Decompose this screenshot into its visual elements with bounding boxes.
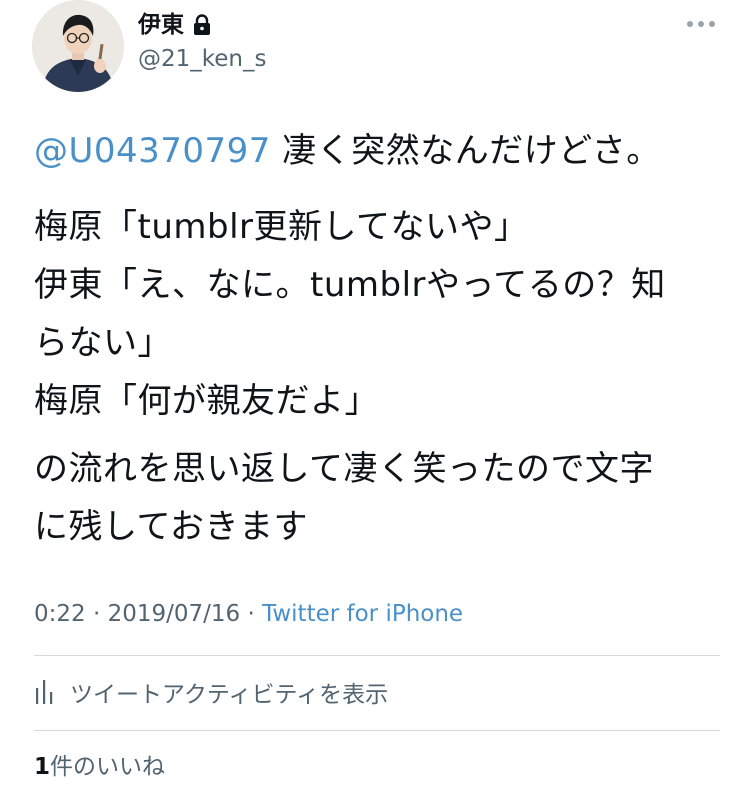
tweet-text-line: らない」 [34, 323, 172, 363]
tweet-text-line: に残しておきます [34, 507, 308, 547]
avatar[interactable] [32, 0, 124, 92]
meta-separator: · [240, 601, 263, 627]
tweet-closing: の流れを思い返して凄く笑ったので文字 に残しておきます [34, 440, 724, 556]
tweet-text-line: 伊東「え、なに。tumblrやってるの？知 [34, 265, 666, 305]
activity-label: ツイートアクティビティを表示 [70, 682, 389, 708]
view-activity-button[interactable]: ツイートアクティビティを表示 [34, 674, 388, 710]
likes-count: 1 [34, 754, 51, 780]
tweet-meta: 0:22 · 2019/07/16 · Twitter for iPhone [34, 597, 463, 631]
more-options-icon[interactable] [686, 18, 716, 30]
display-name[interactable]: 伊東 [138, 10, 212, 40]
user-handle[interactable]: @21_ken_s [138, 44, 266, 74]
tweet-time[interactable]: 0:22 [34, 601, 86, 627]
divider [34, 655, 720, 656]
meta-separator: · [85, 601, 108, 627]
tweet-text-line: の流れを思い返して凄く笑ったので文字 [34, 449, 654, 489]
lock-icon [194, 14, 210, 35]
display-name-text: 伊東 [138, 12, 184, 38]
likes-summary[interactable]: 1件のいいね [34, 750, 165, 784]
tweet-text-line: 梅原「何が親友だよ」 [34, 381, 379, 421]
tweet-date[interactable]: 2019/07/16 [108, 601, 241, 627]
mention-link[interactable]: @U04370797 [34, 131, 271, 171]
tweet-source-link[interactable]: Twitter for iPhone [262, 601, 463, 627]
tweet-text-segment: 凄く突然なんだけどさ。 [270, 131, 661, 171]
tweet-text-line-1: @U04370797 凄く突然なんだけどさ。 [34, 122, 724, 180]
divider [34, 730, 720, 731]
tweet-card: 伊東 @21_ken_s @U04370797 凄く突然なんだけどさ。 梅原「t… [0, 0, 750, 790]
bar-chart-icon [36, 680, 53, 704]
tweet-dialogue: 梅原「tumblr更新してないや」 伊東「え、なに。tumblrやってるの？知 … [34, 198, 724, 430]
profile-photo-icon [32, 0, 124, 92]
likes-label: 件のいいね [50, 754, 166, 780]
tweet-text-line: 梅原「tumblr更新してないや」 [34, 207, 529, 247]
